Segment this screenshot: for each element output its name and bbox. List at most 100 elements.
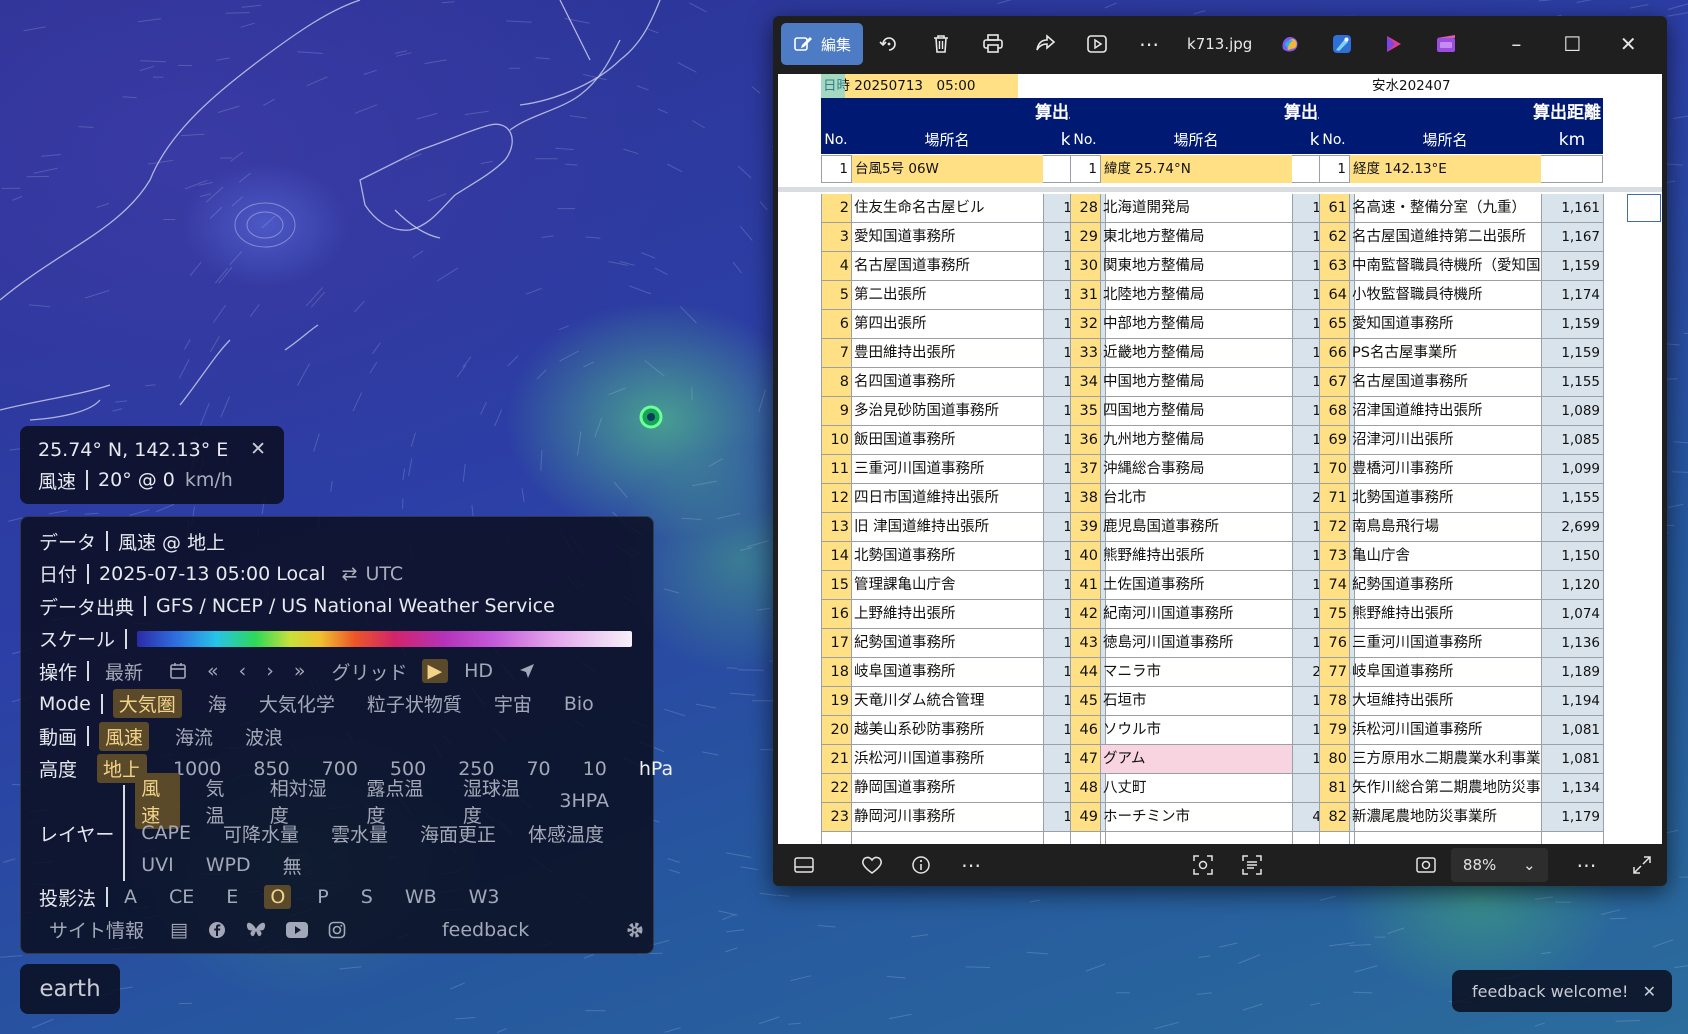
info-icon[interactable] [896,844,946,886]
bluesky-icon[interactable] [246,921,266,939]
mode-option[interactable]: Bio [558,692,600,716]
row-place-name: 北勢国道事務所 [1352,490,1454,506]
row-number: 42 [1079,606,1098,622]
projection-option[interactable]: O [264,885,292,910]
print-icon[interactable] [967,23,1019,65]
visual-search-icon[interactable] [1178,844,1228,886]
layer-option[interactable]: 雲水量 [325,819,394,848]
anim-option[interactable]: 海流 [169,722,219,751]
row-number: 64 [1328,287,1347,303]
row-number: 39 [1079,519,1098,535]
site-info-link[interactable]: サイト情報 [43,915,150,944]
column-header-place: 場所名 [1422,131,1468,149]
mode-option[interactable]: 大気圏 [112,689,182,719]
projection-option[interactable]: WB [399,885,443,909]
close-icon[interactable]: ✕ [250,438,266,460]
chevron-right-icon[interactable]: › [266,660,274,682]
copilot-icon[interactable] [1264,23,1316,65]
mode-option[interactable]: 宇宙 [488,689,538,718]
more-icon[interactable]: ⋯ [1562,844,1612,886]
layer-option[interactable]: UVI [135,853,180,877]
more-icon[interactable]: ⋯ [1123,23,1175,65]
slideshow-icon[interactable] [1071,23,1123,65]
layer-option[interactable]: CAPE [135,821,197,845]
play-icon[interactable]: ▶ [421,659,449,684]
feedback-link[interactable]: feedback [436,918,535,942]
feedback-toast-text[interactable]: feedback welcome! [1472,982,1628,1001]
close-icon[interactable]: ✕ [1643,982,1656,1001]
source-value[interactable]: GFS / NCEP / US National Weather Service [156,595,555,617]
row-place-name: 北陸地方整備局 [1103,287,1205,303]
rotate-icon[interactable] [863,23,915,65]
utc-toggle[interactable]: UTC [365,563,403,585]
projection-option[interactable]: E [220,885,244,909]
favorite-icon[interactable] [847,844,897,886]
share-icon[interactable] [1019,23,1071,65]
projection-option[interactable]: S [355,885,379,909]
projection-option[interactable]: A [118,885,143,909]
layer-option[interactable]: 海面更正 [414,819,502,848]
mode-option[interactable]: 粒子状物質 [361,689,468,718]
filmstrip-icon[interactable] [779,844,829,886]
fit-icon[interactable] [1401,844,1451,886]
layer-option[interactable]: 可降水量 [217,819,305,848]
edit-button[interactable]: 編集 [781,23,864,65]
height-option[interactable]: 10 [577,757,613,781]
latest-button[interactable]: 最新 [99,657,149,686]
projection-option[interactable]: CE [163,885,200,909]
location-arrow-icon[interactable] [519,663,535,679]
double-chevron-left-icon[interactable]: « [207,660,219,682]
row-place-name: 中南監督職員待機所（愛知国 [1352,258,1540,274]
chevron-down-icon: ⌄ [1522,856,1536,874]
mode-option[interactable]: 海 [202,689,233,718]
layer-option[interactable]: 無 [277,851,308,880]
close-window-icon[interactable]: ✕ [1600,23,1656,65]
layer-option[interactable]: WPD [200,853,257,877]
layer-option[interactable]: 3HPA [553,789,615,813]
anim-option[interactable]: 風速 [99,721,150,751]
youtube-icon[interactable] [285,921,308,938]
more-icon[interactable]: ⋯ [946,844,996,886]
row-distance-km: 1,161 [1561,200,1600,216]
gear-icon[interactable] [625,920,645,940]
minimize-icon[interactable]: – [1488,23,1544,65]
earth-menu-button[interactable]: earth [20,964,120,1014]
fullscreen-icon[interactable] [1617,844,1667,886]
video-editor-icon[interactable] [1420,23,1472,65]
calendar-icon[interactable] [169,662,187,680]
projection-option[interactable]: P [311,885,334,909]
facebook-icon[interactable] [208,921,226,939]
typhoon-marker[interactable] [639,405,663,429]
maximize-icon[interactable]: ☐ [1544,23,1600,65]
chevron-left-icon[interactable]: ‹ [239,660,247,682]
row-distance-km: 1,159 [1561,258,1600,274]
book-icon[interactable]: ▤ [170,919,188,941]
row-place-name: 北海道開発局 [1103,200,1190,216]
zoom-dropdown[interactable]: 88% ⌄ [1450,848,1548,882]
grid-toggle[interactable]: グリッド [326,657,414,686]
row-distance-km: 1,150 [1561,548,1600,564]
color-scale-bar[interactable] [137,630,633,647]
layer-option[interactable]: 体感温度 [522,819,610,848]
column-header-no: No. [1073,132,1097,148]
location-label: 風速 [38,470,77,493]
feedback-toast: feedback welcome! ✕ [1452,970,1672,1012]
double-chevron-right-icon[interactable]: » [294,660,306,682]
clipchamp-icon[interactable] [1368,23,1420,65]
swap-icon[interactable]: ⇄ [342,563,358,585]
instagram-icon[interactable] [328,921,346,939]
location-unit[interactable]: km/h [185,469,233,491]
date-value[interactable]: 2025-07-13 05:00 Local [99,563,326,585]
row-number: 41 [1079,577,1098,593]
text-scan-icon[interactable] [1228,844,1278,886]
anim-option[interactable]: 波浪 [239,722,289,751]
row-place-name: 四国地方整備局 [1103,403,1205,419]
mode-option[interactable]: 大気化学 [253,689,341,718]
spreadsheet-image[interactable]: 日時 20250713 05:00 安水202407 算出距離No.場所名km算… [778,74,1662,844]
delete-icon[interactable] [915,23,967,65]
designer-icon[interactable] [1316,23,1368,65]
row-place-name: 沖縄総合事務局 [1103,461,1205,477]
row-distance-km: 1,159 [1561,345,1600,361]
hd-toggle[interactable]: HD [458,659,499,683]
projection-option[interactable]: W3 [463,885,506,909]
